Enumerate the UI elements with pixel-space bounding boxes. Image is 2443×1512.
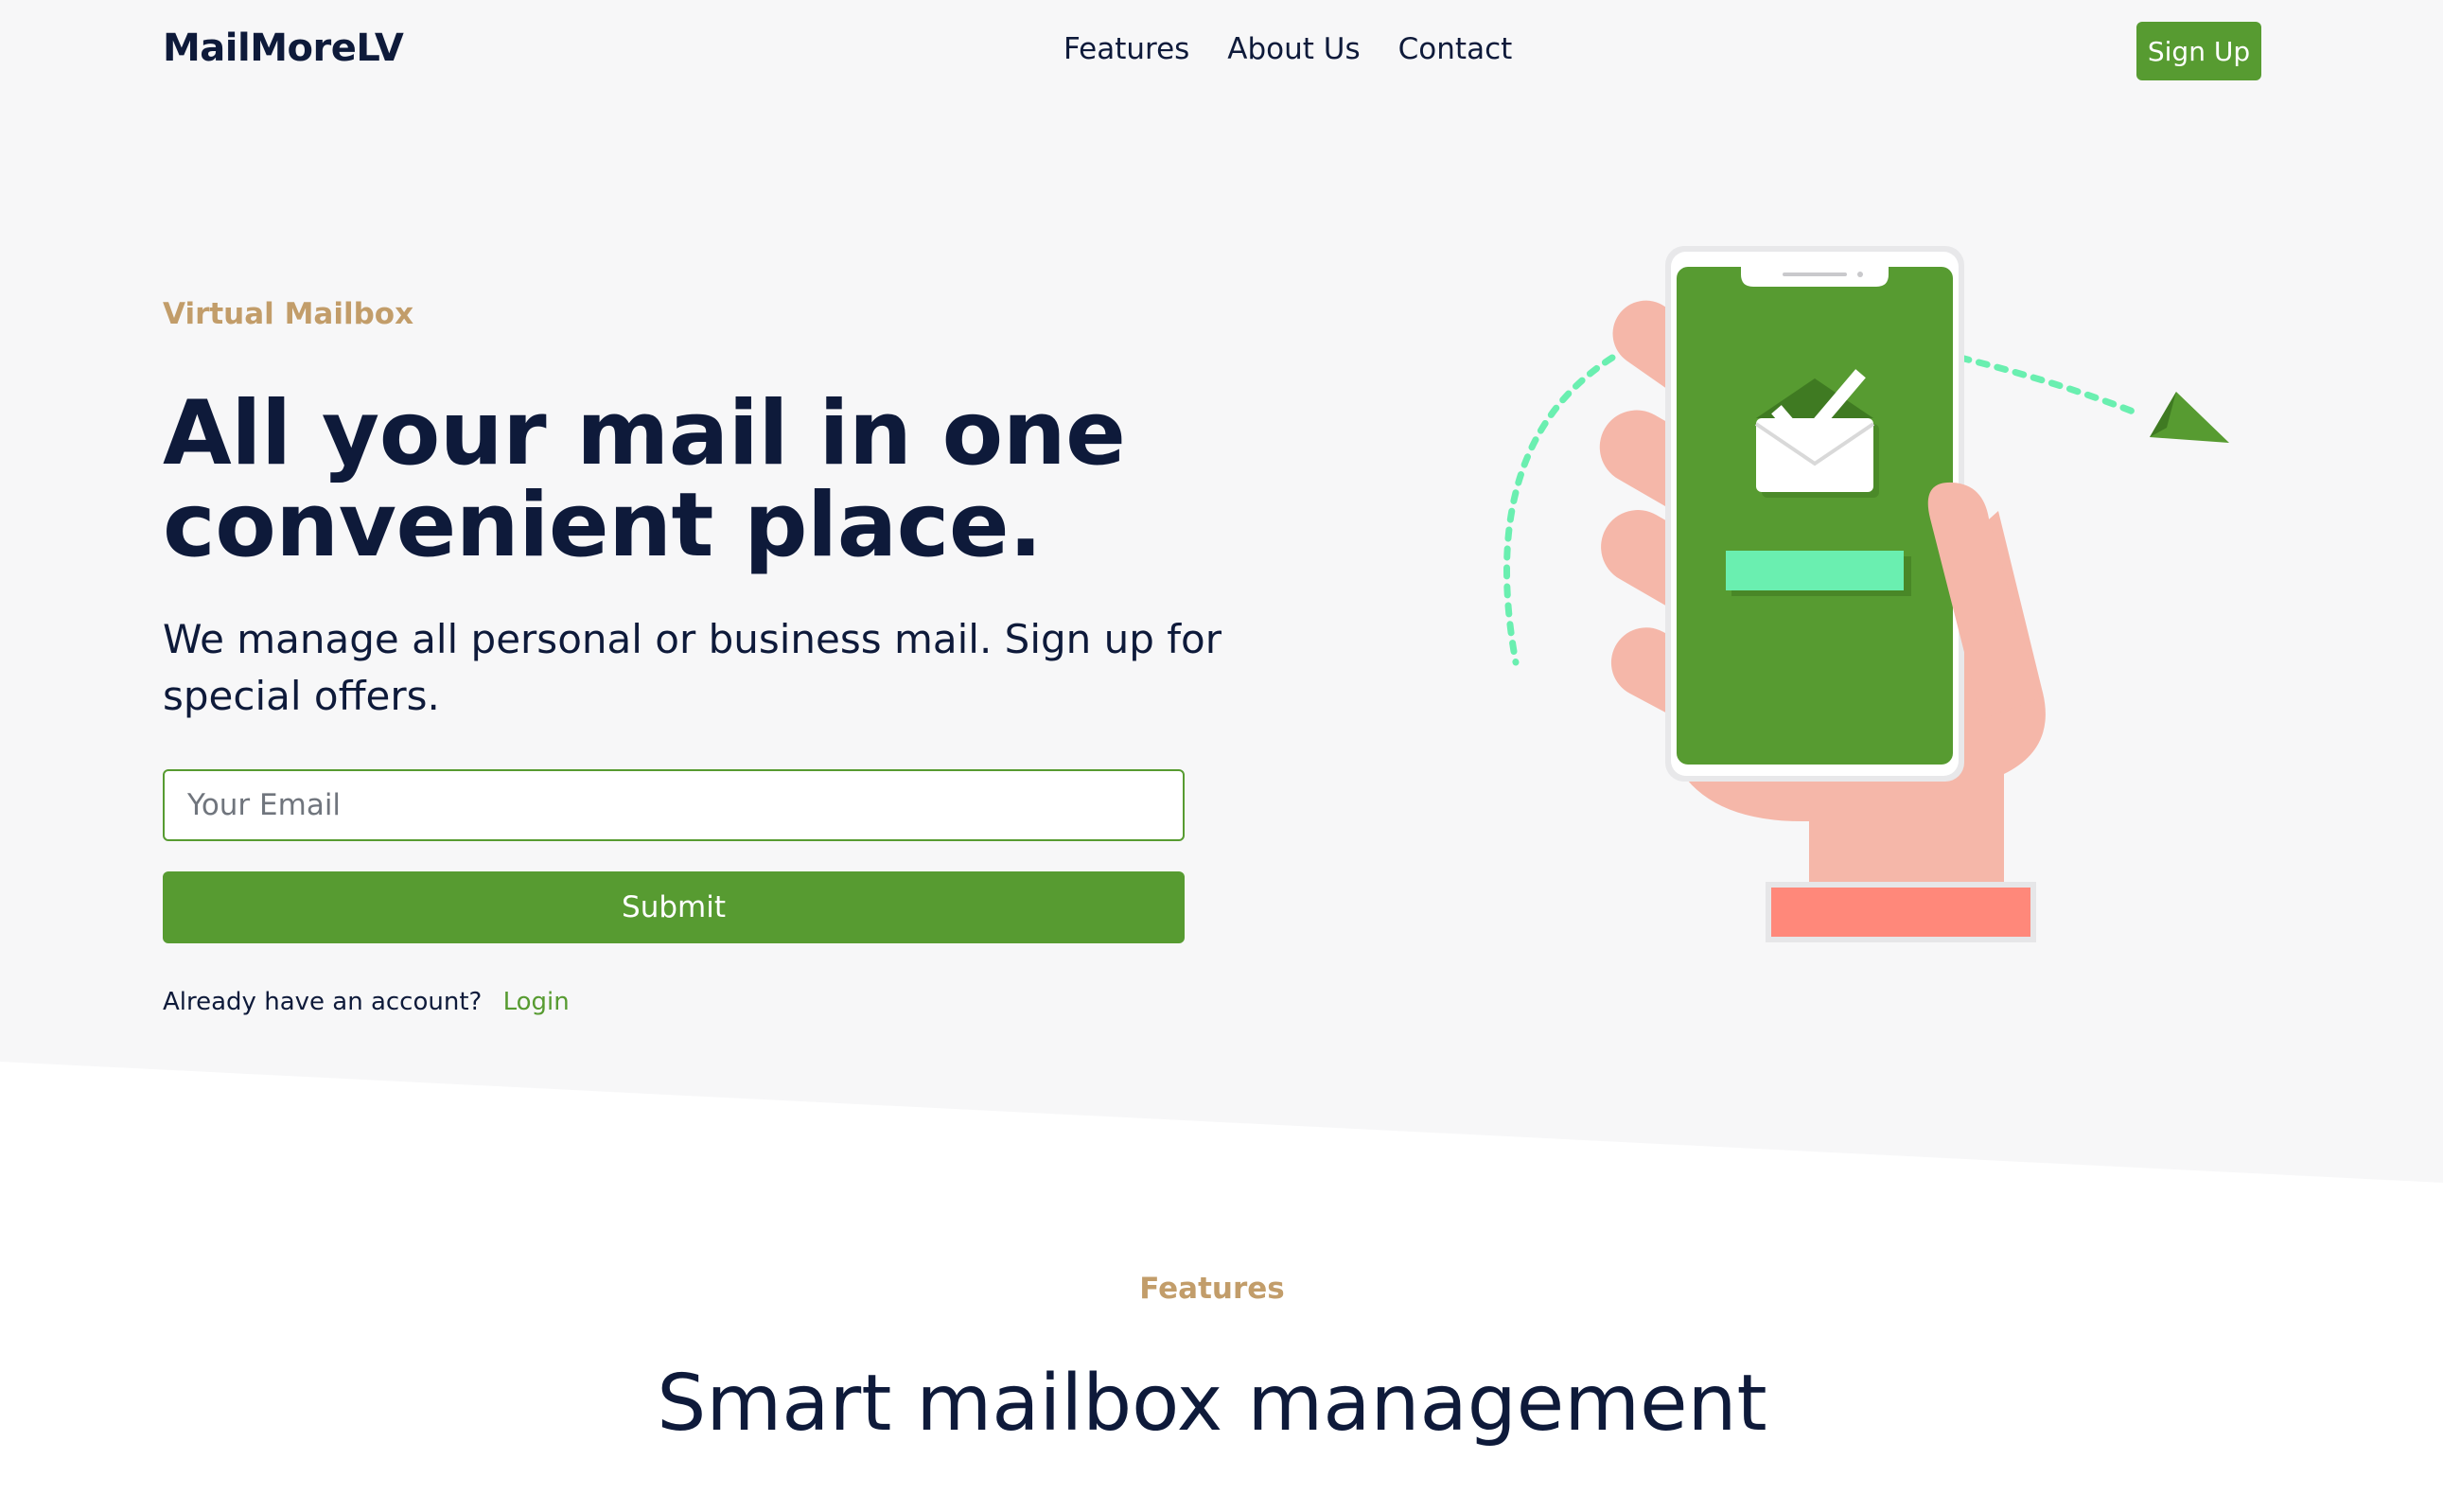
hero-headline-line-2: convenient place. [163, 474, 1043, 577]
features-eyebrow: Features [1139, 1272, 1285, 1306]
account-prompt-row: Already have an account? Login [163, 988, 570, 1016]
paper-plane-icon [2150, 392, 2229, 443]
hero-headline-line-1: All your mail in one [163, 382, 1126, 485]
sleeve-cuff [1771, 888, 2030, 937]
phone-notch [1741, 267, 1889, 287]
features-title: Smart mailbox management [657, 1359, 1767, 1449]
nav-link-contact[interactable]: Contact [1398, 32, 1513, 66]
nav-link-about-us[interactable]: About Us [1227, 32, 1360, 66]
hero-eyebrow: Virtual Mailbox [163, 297, 414, 331]
login-link[interactable]: Login [503, 988, 570, 1016]
top-nav: MailMoreLV Features About Us Contact Sig… [0, 0, 2443, 104]
brand-logo[interactable]: MailMoreLV [163, 26, 404, 70]
hero-headline: All your mail in one convenient place. [163, 388, 1393, 571]
phone-bar [1726, 551, 1904, 590]
account-prompt-text: Already have an account? [163, 988, 483, 1016]
nav-link-features[interactable]: Features [1063, 32, 1189, 66]
nav-links: Features About Us Contact [1063, 32, 1512, 66]
hand-holding-phone-illustration [1503, 246, 2229, 942]
submit-button[interactable]: Submit [163, 871, 1185, 943]
dotted-arc-right [1957, 354, 2144, 418]
sign-up-button[interactable]: Sign Up [2136, 22, 2261, 80]
phone-camera [1857, 272, 1863, 277]
hero-subtext: We manage all personal or business mail.… [163, 616, 1222, 719]
phone-speaker [1783, 273, 1847, 276]
phone-screen [1677, 267, 1953, 765]
dotted-arc-left [1503, 354, 1616, 666]
email-input[interactable] [163, 769, 1185, 841]
